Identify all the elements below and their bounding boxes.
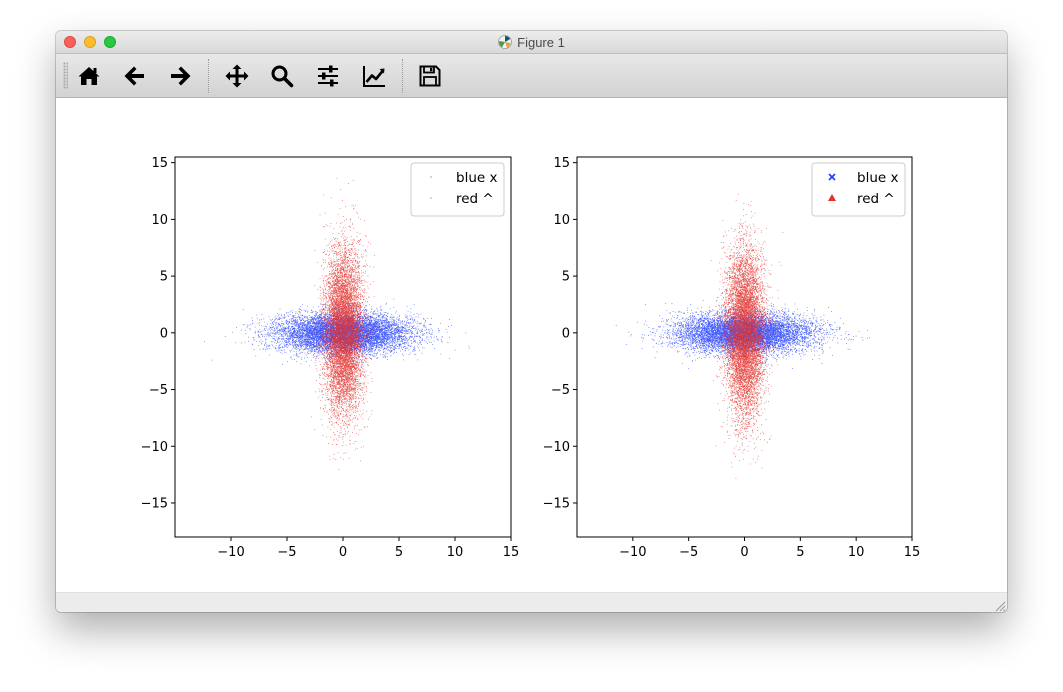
- subplots-button[interactable]: [312, 60, 344, 92]
- legend: blue x red ^: [410, 162, 505, 217]
- x-tick-label: 10: [848, 545, 865, 560]
- x-tick-label: 15: [904, 545, 921, 560]
- toolbar-separator: [402, 59, 403, 93]
- legend-label: red ^: [456, 191, 494, 207]
- legend-marker-pixel: [430, 197, 432, 199]
- arrow-left-icon: [124, 66, 144, 86]
- matplotlib-icon: [498, 35, 513, 49]
- y-tick-label: 15: [151, 156, 168, 171]
- window-title-group: Figure 1: [56, 31, 1007, 53]
- y-tick-label: 0: [562, 326, 570, 341]
- x-tick-label: 10: [447, 545, 464, 560]
- y-tick-label: −10: [543, 440, 570, 455]
- y-tick-label: 5: [562, 270, 570, 285]
- x-tick-label: 0: [339, 545, 347, 560]
- scatter-points: [615, 193, 870, 479]
- axes-1: −10 −5 0 5 10 15 15 10 5 0 −5 −10 −15 blue x red ^: [141, 156, 520, 560]
- toolbar-separator: [208, 59, 209, 93]
- y-tick-label: −10: [141, 440, 168, 455]
- figure-canvas[interactable]: −10 −5 0 5 10 15 15 10 5 0 −5 −10 −15 blue x red ^ −10−…: [56, 98, 1007, 592]
- edit-axis-button[interactable]: [358, 60, 390, 92]
- y-tick-label: −5: [149, 383, 168, 398]
- legend: blue x red ^: [811, 162, 906, 217]
- x-tick-label: −10: [217, 545, 244, 560]
- legend-label: blue x: [857, 170, 898, 186]
- y-tick-label: 10: [151, 213, 168, 228]
- navigation-toolbar: [56, 54, 1007, 98]
- legend-label: blue x: [456, 170, 497, 186]
- x-tick-label: −5: [277, 545, 296, 560]
- y-tick-label: 15: [553, 156, 570, 171]
- y-tick-label: −5: [551, 383, 570, 398]
- y-tick-label: −15: [543, 496, 570, 511]
- axes-2: −10 −5 0 5 10 15 15 10 5 0 −5 −10 −15 blue x red ^: [543, 156, 921, 560]
- move-icon: [225, 64, 249, 88]
- y-tick-label: −15: [141, 496, 168, 511]
- home-icon: [78, 67, 100, 85]
- legend-label: red ^: [857, 191, 895, 207]
- x-tick-label: −10: [619, 545, 646, 560]
- y-tick-label: 10: [553, 213, 570, 228]
- zoom-button[interactable]: [266, 60, 298, 92]
- forward-button[interactable]: [164, 60, 196, 92]
- x-tick-label: 5: [796, 545, 804, 560]
- save-button[interactable]: [414, 60, 446, 92]
- resize-grip-icon[interactable]: [994, 600, 1006, 612]
- status-bar: [56, 592, 1007, 612]
- zoom-icon: [271, 65, 294, 88]
- sliders-icon: [318, 65, 338, 87]
- line-chart-icon: [363, 66, 385, 87]
- x-tick-label: 5: [395, 545, 403, 560]
- y-tick-label: 5: [160, 270, 168, 285]
- title-bar[interactable]: Figure 1: [56, 31, 1007, 54]
- figure-svg[interactable]: −10 −5 0 5 10 15151050−5−10−15blue xred ^−10−…: [56, 98, 1007, 592]
- x-tick-label: 15: [503, 545, 520, 560]
- back-button[interactable]: [119, 60, 151, 92]
- x-tick-label: −5: [679, 545, 698, 560]
- arrow-right-icon: [171, 66, 191, 86]
- pan-button[interactable]: [221, 60, 253, 92]
- home-button[interactable]: [73, 60, 105, 92]
- floppy-disk-icon: [419, 65, 441, 87]
- window-title: Figure 1: [517, 34, 565, 50]
- x-tick-label: 0: [740, 545, 748, 560]
- legend-marker-pixel: [430, 176, 432, 178]
- y-tick-label: 0: [160, 326, 168, 341]
- scatter-points: [204, 177, 470, 471]
- figure-window: Figure 1 −10 −5 0 5 10 15 15 10 5 0 −5 −…: [56, 31, 1007, 612]
- toolbar-grip[interactable]: [63, 62, 68, 89]
